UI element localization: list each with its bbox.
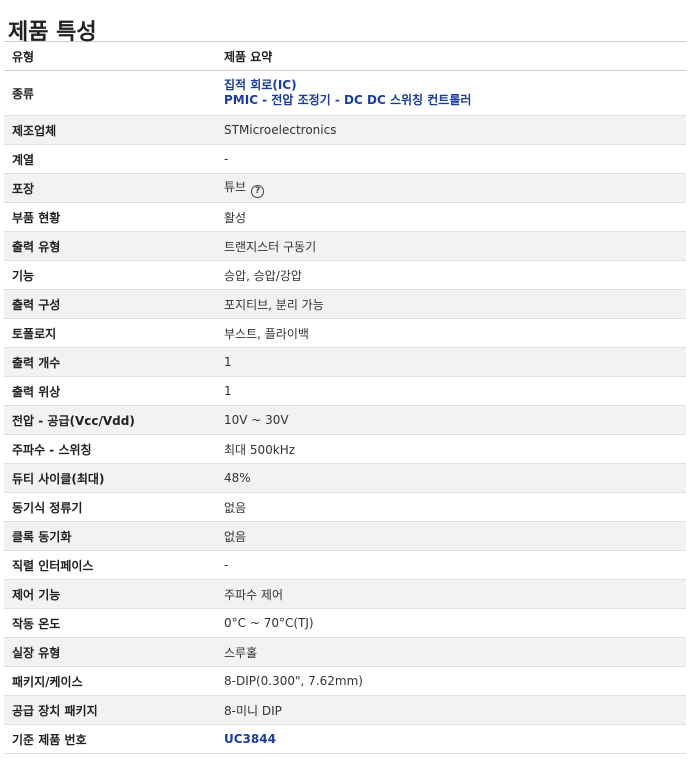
attribute-label: 종류 xyxy=(12,86,35,101)
page-title: 제품 특성 xyxy=(8,20,97,45)
attribute-value-text: - xyxy=(224,558,229,572)
table-row: 듀티 사이클(최대) 48% xyxy=(4,463,686,493)
attribute-value: 10V ~ 30V xyxy=(216,406,686,435)
table-row: 포장 튜브? xyxy=(4,173,686,203)
attribute-value-text: 활성 xyxy=(224,210,247,225)
attribute-value: 튜브? xyxy=(216,174,686,203)
attribute-label: 전압 - 공급(Vcc/Vdd) xyxy=(12,413,135,428)
attribute-value: - xyxy=(216,551,686,580)
table-row: 전압 - 공급(Vcc/Vdd) 10V ~ 30V xyxy=(4,405,686,435)
attribute-label: 부품 현황 xyxy=(12,210,61,225)
table-row: 부품 현황 활성 xyxy=(4,202,686,232)
attribute-value-text: STMicroelectronics xyxy=(224,123,337,137)
table-row: 출력 구성 포지티브, 분리 가능 xyxy=(4,289,686,319)
attribute-value-text: 승압, 승압/강압 xyxy=(224,268,302,283)
table-row: 출력 개수 1 xyxy=(4,347,686,377)
attribute-value-text: 튜브 xyxy=(224,180,247,194)
table-row: 출력 유형 트랜지스터 구동기 xyxy=(4,231,686,261)
attribute-label: 제어 기능 xyxy=(12,587,61,602)
attribute-label: 클록 동기화 xyxy=(12,529,72,544)
product-attributes-table: 유형 제품 요약 종류 집적 회로(IC) PMIC - 전압 조정기 - DC D… xyxy=(4,41,686,754)
table-row: 제어 기능 주파수 제어 xyxy=(4,579,686,609)
table-row: 계열 - xyxy=(4,144,686,174)
attribute-label: 출력 유형 xyxy=(12,239,61,254)
attribute-value-text: 부스트, 플라이백 xyxy=(224,326,309,341)
attribute-value: 없음 xyxy=(216,522,686,551)
table-row: 기능 승압, 승압/강압 xyxy=(4,260,686,290)
table-row: 클록 동기화 없음 xyxy=(4,521,686,551)
attribute-value-text: 10V ~ 30V xyxy=(224,413,289,427)
attribute-value: 최대 500kHz xyxy=(216,435,686,464)
attribute-value-text: 없음 xyxy=(224,529,247,544)
attribute-value-text: 8-DIP(0.300", 7.62mm) xyxy=(224,674,363,688)
table-row: 패키지/케이스 8-DIP(0.300", 7.62mm) xyxy=(4,666,686,696)
help-circle-icon[interactable]: ? xyxy=(251,185,265,198)
attribute-link[interactable]: PMIC - 전압 조정기 - DC DC 스위칭 컨트롤러 xyxy=(224,93,678,108)
attribute-value: UC3844 xyxy=(216,725,686,754)
attribute-value-text: 1 xyxy=(224,355,232,369)
attribute-value: 부스트, 플라이백 xyxy=(216,319,686,348)
attribute-label: 출력 위상 xyxy=(12,384,61,399)
attribute-value-text: 스루홀 xyxy=(224,645,258,660)
attribute-label: 제조업체 xyxy=(12,123,57,138)
attribute-value: 없음 xyxy=(216,493,686,522)
attribute-label: 패키지/케이스 xyxy=(12,674,83,689)
attribute-value-text: 48% xyxy=(224,471,251,485)
attribute-label: 토폴로지 xyxy=(12,326,57,341)
table-row: 작동 온도 0°C ~ 70°C(TJ) xyxy=(4,608,686,638)
table-row: 실장 유형 스루홀 xyxy=(4,637,686,667)
attribute-label: 직렬 인터페이스 xyxy=(12,558,94,573)
attribute-value: 1 xyxy=(216,377,686,406)
attribute-label: 작동 온도 xyxy=(12,616,61,631)
attribute-label: 듀티 사이클(최대) xyxy=(12,471,105,486)
attribute-value-text: 주파수 제어 xyxy=(224,587,284,602)
attribute-label: 주파수 - 스위칭 xyxy=(12,442,92,457)
table-row: 토폴로지 부스트, 플라이백 xyxy=(4,318,686,348)
attribute-label: 출력 개수 xyxy=(12,355,61,370)
attribute-value-text: 트랜지스터 구동기 xyxy=(224,239,317,254)
attribute-value: 8-DIP(0.300", 7.62mm) xyxy=(216,667,686,696)
attribute-value: 8-미니 DIP xyxy=(216,696,686,725)
attribute-link[interactable]: 집적 회로(IC) xyxy=(224,78,678,93)
attribute-value: 활성 xyxy=(216,203,686,232)
attribute-value: 트랜지스터 구동기 xyxy=(216,232,686,261)
table-row: 출력 위상 1 xyxy=(4,376,686,406)
attribute-value: - xyxy=(216,145,686,174)
attribute-value-text: 최대 500kHz xyxy=(224,442,296,457)
attribute-label: 포장 xyxy=(12,181,35,196)
table-row: 기준 제품 번호 UC3844 xyxy=(4,724,686,754)
attribute-value: 집적 회로(IC) PMIC - 전압 조정기 - DC DC 스위칭 컨트롤러 xyxy=(216,71,686,116)
table-row: 동기식 정류기 없음 xyxy=(4,492,686,522)
table-row: 종류 집적 회로(IC) PMIC - 전압 조정기 - DC DC 스위칭 컨트롤… xyxy=(4,70,686,116)
attribute-value: 48% xyxy=(216,464,686,493)
attribute-value-text: 없음 xyxy=(224,500,247,515)
attribute-value: STMicroelectronics xyxy=(216,116,686,145)
attribute-value: 스루홀 xyxy=(216,638,686,667)
table-row: 공급 장치 패키지 8-미니 DIP xyxy=(4,695,686,725)
attribute-value: 포지티브, 분리 가능 xyxy=(216,290,686,319)
attribute-value: 승압, 승압/강압 xyxy=(216,261,686,290)
table-row: 제조업체 STMicroelectronics xyxy=(4,115,686,145)
attribute-label: 실장 유형 xyxy=(12,645,61,660)
attribute-value: 1 xyxy=(216,348,686,377)
attribute-value-text: - xyxy=(224,152,229,166)
table-row: 주파수 - 스위칭 최대 500kHz xyxy=(4,434,686,464)
attribute-link[interactable]: UC3844 xyxy=(224,732,678,747)
attribute-label: 기준 제품 번호 xyxy=(12,732,87,747)
attribute-label: 출력 구성 xyxy=(12,297,61,312)
attribute-value: 주파수 제어 xyxy=(216,580,686,609)
attribute-label: 공급 장치 패키지 xyxy=(12,703,98,718)
attribute-label: 기능 xyxy=(12,268,35,283)
attribute-value-text: 0°C ~ 70°C(TJ) xyxy=(224,616,314,630)
attribute-value-text: 포지티브, 분리 가능 xyxy=(224,297,324,312)
attribute-label: 계열 xyxy=(12,152,35,167)
column-header-summary: 제품 요약 xyxy=(224,49,273,64)
table-row: 직렬 인터페이스 - xyxy=(4,550,686,580)
attribute-value: 0°C ~ 70°C(TJ) xyxy=(216,609,686,638)
attribute-value-text: 8-미니 DIP xyxy=(224,703,282,718)
attribute-label: 동기식 정류기 xyxy=(12,500,83,515)
attribute-value-text: 1 xyxy=(224,384,232,398)
table-header-row: 유형 제품 요약 xyxy=(4,41,686,71)
